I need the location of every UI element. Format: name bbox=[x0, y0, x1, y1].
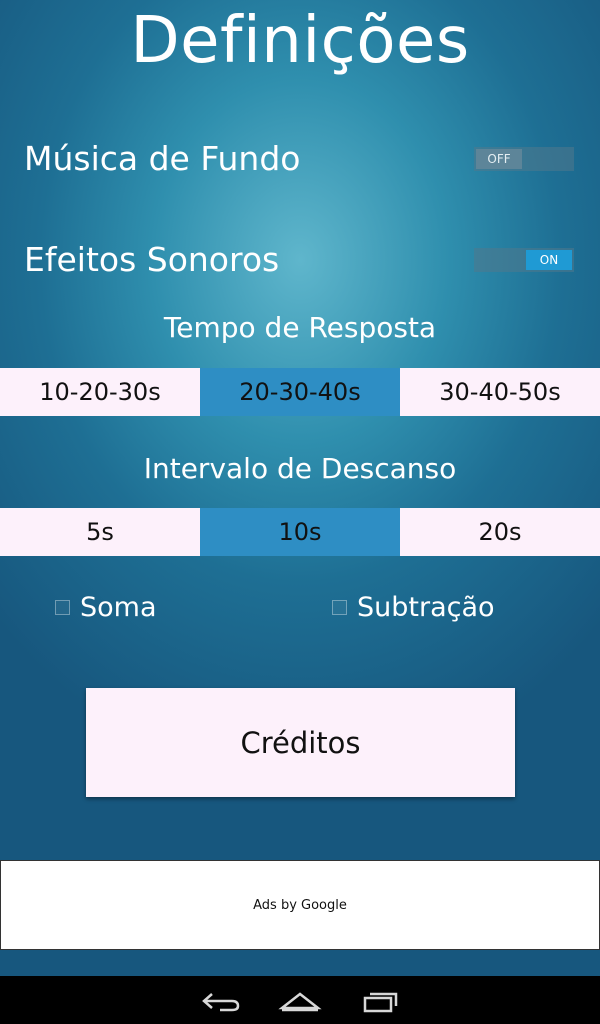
navigation-bar bbox=[0, 976, 600, 1024]
ad-text: Ads by Google bbox=[253, 897, 347, 913]
checkbox-box[interactable] bbox=[332, 600, 347, 615]
rest-interval-title: Intervalo de Descanso bbox=[143, 452, 457, 485]
effects-toggle-state: ON bbox=[526, 250, 572, 270]
effects-label: Efeitos Sonoros bbox=[24, 240, 280, 279]
response-time-selector: 10-20-30s 20-30-40s 30-40-50s bbox=[0, 368, 600, 416]
checkbox-box[interactable] bbox=[55, 600, 70, 615]
effects-toggle[interactable]: ON bbox=[474, 248, 574, 272]
music-toggle-state: OFF bbox=[476, 149, 522, 169]
rest-interval-option[interactable]: 20s bbox=[400, 508, 600, 556]
sum-label: Soma bbox=[80, 592, 157, 623]
music-toggle[interactable]: OFF bbox=[474, 147, 574, 171]
back-icon[interactable] bbox=[200, 988, 244, 1014]
subtraction-checkbox[interactable]: Subtração bbox=[332, 592, 495, 623]
home-icon[interactable] bbox=[278, 988, 322, 1014]
subtraction-label: Subtração bbox=[357, 592, 495, 623]
music-label: Música de Fundo bbox=[24, 139, 301, 178]
response-time-option[interactable]: 30-40-50s bbox=[400, 368, 600, 416]
rest-interval-selector: 5s 10s 20s bbox=[0, 508, 600, 556]
sum-checkbox[interactable]: Soma bbox=[55, 592, 157, 623]
response-time-option-selected[interactable]: 20-30-40s bbox=[200, 368, 400, 416]
ad-banner[interactable]: Ads by Google bbox=[0, 860, 600, 950]
rest-interval-option-selected[interactable]: 10s bbox=[200, 508, 400, 556]
credits-button[interactable]: Créditos bbox=[86, 688, 515, 797]
rest-interval-option[interactable]: 5s bbox=[0, 508, 200, 556]
response-time-title: Tempo de Resposta bbox=[163, 311, 437, 344]
recent-apps-icon[interactable] bbox=[358, 988, 402, 1014]
response-time-option[interactable]: 10-20-30s bbox=[0, 368, 200, 416]
page-title: Definições bbox=[130, 4, 470, 78]
